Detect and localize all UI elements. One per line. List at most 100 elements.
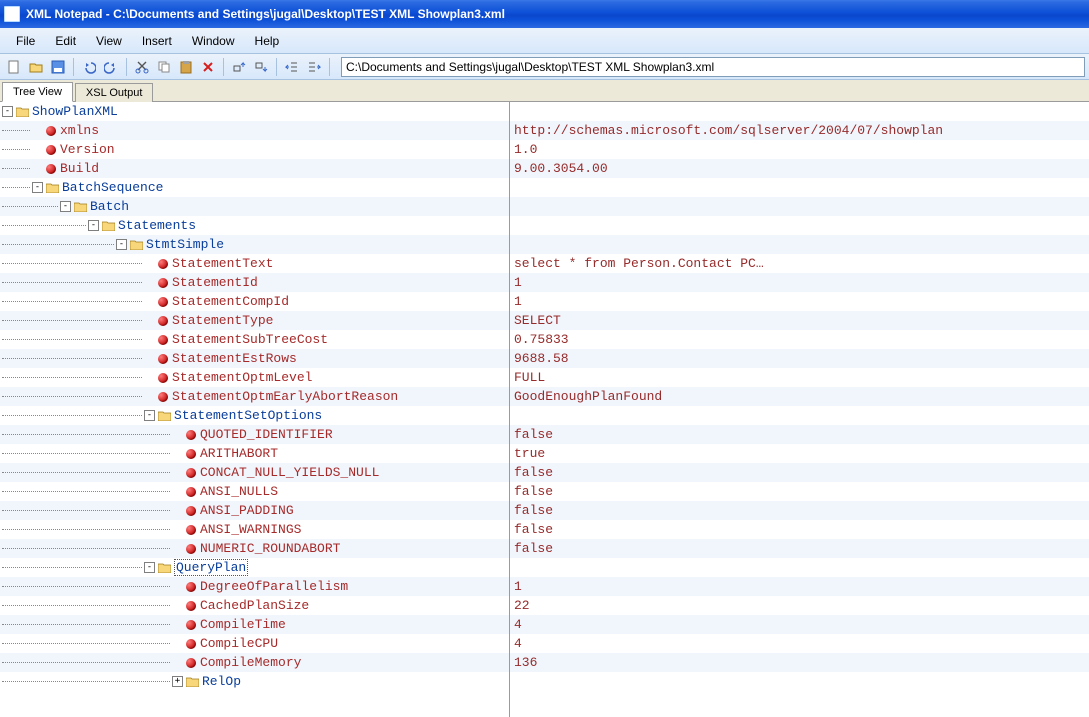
collapse-icon[interactable]: - <box>88 220 99 231</box>
collapse-icon[interactable]: - <box>116 239 127 250</box>
node-label[interactable]: StatementSubTreeCost <box>172 332 328 347</box>
node-label[interactable]: DegreeOfParallelism <box>200 579 348 594</box>
copy-button[interactable] <box>154 57 174 77</box>
address-input[interactable]: C:\Documents and Settings\jugal\Desktop\… <box>341 57 1085 77</box>
value-cell[interactable] <box>510 406 1089 425</box>
node-label[interactable]: CompileTime <box>200 617 286 632</box>
value-cell[interactable]: false <box>510 501 1089 520</box>
redo-button[interactable] <box>101 57 121 77</box>
menu-help[interactable]: Help <box>245 31 290 51</box>
value-cell[interactable]: 4 <box>510 634 1089 653</box>
tree-pane[interactable]: -ShowPlanXMLxmlnsVersionBuild-BatchSeque… <box>0 102 510 717</box>
menu-view[interactable]: View <box>86 31 132 51</box>
value-cell[interactable]: 4 <box>510 615 1089 634</box>
menu-insert[interactable]: Insert <box>132 31 182 51</box>
save-button[interactable] <box>48 57 68 77</box>
attribute-node[interactable]: Build <box>0 159 509 178</box>
element-node[interactable]: - StatementSetOptions <box>0 406 509 425</box>
value-cell[interactable]: true <box>510 444 1089 463</box>
node-label[interactable]: xmlns <box>60 123 99 138</box>
node-label[interactable]: ShowPlanXML <box>32 104 118 119</box>
element-node[interactable]: -QueryPlan <box>0 558 509 577</box>
collapse-icon[interactable]: - <box>60 201 71 212</box>
node-label[interactable]: StatementType <box>172 313 273 328</box>
collapse-icon[interactable]: - <box>2 106 13 117</box>
attribute-node[interactable]: QUOTED_IDENTIFIER <box>0 425 509 444</box>
value-cell[interactable]: SELECT <box>510 311 1089 330</box>
element-node[interactable]: -BatchSequence <box>0 178 509 197</box>
value-cell[interactable] <box>510 216 1089 235</box>
element-node[interactable]: + RelOp <box>0 672 509 691</box>
node-label[interactable]: RelOp <box>202 674 241 689</box>
attribute-node[interactable]: StatementText <box>0 254 509 273</box>
node-label[interactable]: StatementOptmLevel <box>172 370 312 385</box>
indent-button[interactable] <box>304 57 324 77</box>
node-label[interactable]: CompileMemory <box>200 655 301 670</box>
node-label[interactable]: ANSI_NULLS <box>200 484 278 499</box>
attribute-node[interactable]: StatementCompId <box>0 292 509 311</box>
node-label[interactable]: ARITHABORT <box>200 446 278 461</box>
collapse-icon[interactable]: - <box>144 562 155 573</box>
value-cell[interactable] <box>510 235 1089 254</box>
value-cell[interactable] <box>510 178 1089 197</box>
value-cell[interactable] <box>510 102 1089 121</box>
collapse-icon[interactable]: - <box>32 182 43 193</box>
value-cell[interactable]: 1 <box>510 292 1089 311</box>
value-cell[interactable]: GoodEnoughPlanFound <box>510 387 1089 406</box>
cut-button[interactable] <box>132 57 152 77</box>
value-cell[interactable]: 0.75833 <box>510 330 1089 349</box>
menu-file[interactable]: File <box>6 31 45 51</box>
nudge-down-button[interactable] <box>251 57 271 77</box>
node-label[interactable]: StatementEstRows <box>172 351 297 366</box>
nudge-up-button[interactable] <box>229 57 249 77</box>
attribute-node[interactable]: ANSI_NULLS <box>0 482 509 501</box>
element-node[interactable]: - ShowPlanXML <box>0 102 509 121</box>
attribute-node[interactable]: ARITHABORT <box>0 444 509 463</box>
new-file-button[interactable] <box>4 57 24 77</box>
node-label[interactable]: StatementOptmEarlyAbortReason <box>172 389 398 404</box>
value-cell[interactable] <box>510 197 1089 216</box>
attribute-node[interactable]: CompileCPU <box>0 634 509 653</box>
value-cell[interactable]: false <box>510 425 1089 444</box>
node-label[interactable]: Build <box>60 161 99 176</box>
delete-button[interactable] <box>198 57 218 77</box>
attribute-node[interactable]: ANSI_WARNINGS <box>0 520 509 539</box>
value-cell[interactable]: 1.0 <box>510 140 1089 159</box>
menu-edit[interactable]: Edit <box>45 31 86 51</box>
value-cell[interactable]: false <box>510 520 1089 539</box>
value-cell[interactable]: false <box>510 463 1089 482</box>
element-node[interactable]: - StmtSimple <box>0 235 509 254</box>
node-label[interactable]: QUOTED_IDENTIFIER <box>200 427 333 442</box>
node-label[interactable]: CONCAT_NULL_YIELDS_NULL <box>200 465 379 480</box>
value-cell[interactable]: 1 <box>510 273 1089 292</box>
undo-button[interactable] <box>79 57 99 77</box>
value-cell[interactable]: FULL <box>510 368 1089 387</box>
value-cell[interactable]: 136 <box>510 653 1089 672</box>
value-cell[interactable]: 1 <box>510 577 1089 596</box>
element-node[interactable]: - Statements <box>0 216 509 235</box>
expand-icon[interactable]: + <box>172 676 183 687</box>
node-label[interactable]: Statements <box>118 218 196 233</box>
value-cell[interactable]: select * from Person.Contact PC… <box>510 254 1089 273</box>
node-label[interactable]: CompileCPU <box>200 636 278 651</box>
value-pane[interactable]: http://schemas.microsoft.com/sqlserver/2… <box>510 102 1089 717</box>
node-label[interactable]: Batch <box>90 199 129 214</box>
node-label[interactable]: StmtSimple <box>146 237 224 252</box>
value-cell[interactable]: 22 <box>510 596 1089 615</box>
value-cell[interactable]: false <box>510 482 1089 501</box>
element-node[interactable]: - Batch <box>0 197 509 216</box>
node-label[interactable]: ANSI_WARNINGS <box>200 522 301 537</box>
attribute-node[interactable]: ANSI_PADDING <box>0 501 509 520</box>
node-label[interactable]: NUMERIC_ROUNDABORT <box>200 541 340 556</box>
attribute-node[interactable]: StatementEstRows <box>0 349 509 368</box>
attribute-node[interactable]: xmlns <box>0 121 509 140</box>
collapse-icon[interactable]: - <box>144 410 155 421</box>
attribute-node[interactable]: StatementType <box>0 311 509 330</box>
attribute-node[interactable]: StatementSubTreeCost <box>0 330 509 349</box>
attribute-node[interactable]: StatementOptmEarlyAbortReason <box>0 387 509 406</box>
attribute-node[interactable]: CompileTime <box>0 615 509 634</box>
value-cell[interactable]: 9688.58 <box>510 349 1089 368</box>
node-label[interactable]: ANSI_PADDING <box>200 503 294 518</box>
node-label[interactable]: StatementSetOptions <box>174 408 322 423</box>
node-label[interactable]: CachedPlanSize <box>200 598 309 613</box>
